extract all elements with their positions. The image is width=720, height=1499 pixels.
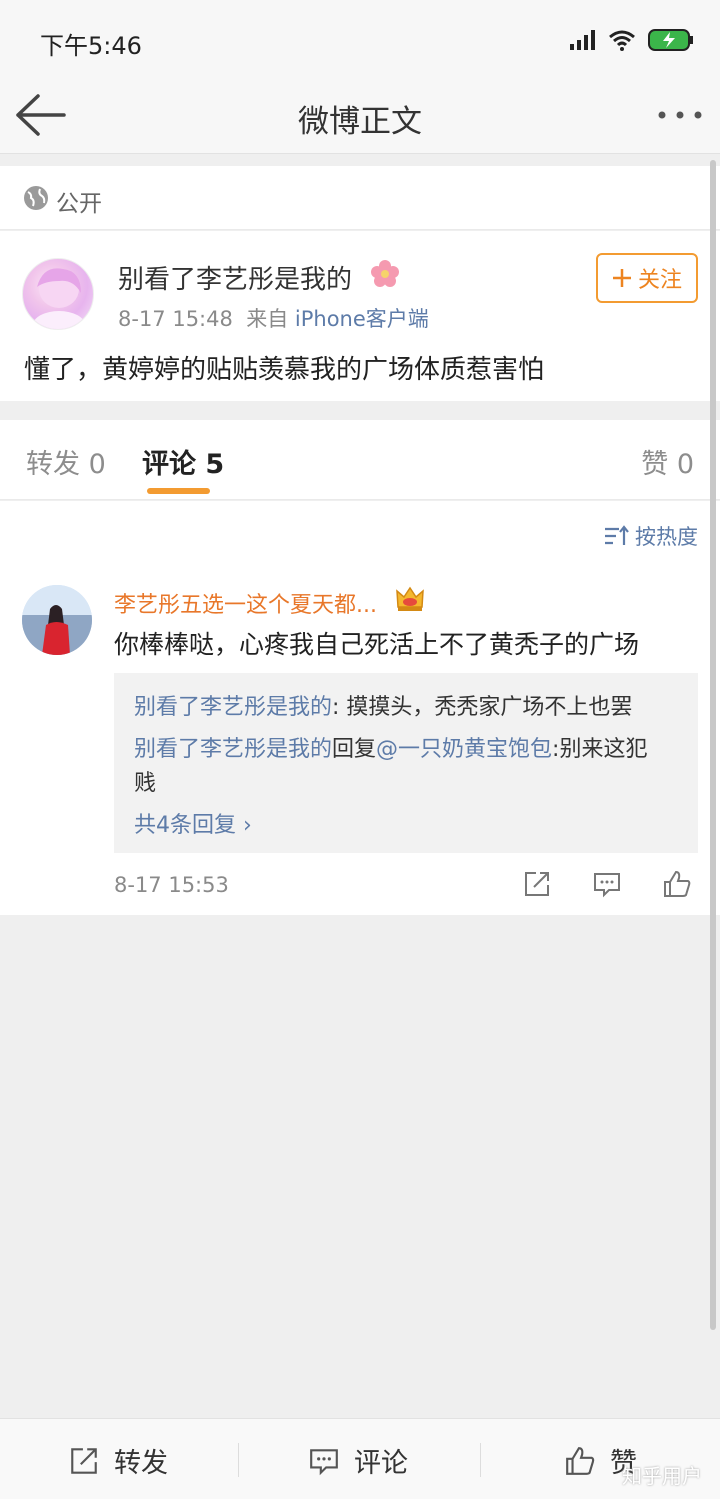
wifi-icon	[609, 30, 635, 51]
follow-label: 关注	[637, 268, 682, 293]
share-icon	[71, 1447, 97, 1474]
share-icon[interactable]	[522, 869, 552, 899]
signal-icon	[570, 30, 595, 50]
reply-keyword: 回复	[332, 737, 377, 762]
plus-icon	[612, 269, 631, 287]
flower-icon	[371, 260, 399, 287]
sort-icon	[605, 525, 629, 545]
more-icon[interactable]	[656, 100, 704, 130]
like-icon[interactable]	[662, 869, 692, 899]
repost-label: 转发	[114, 1448, 168, 1479]
post-meta: 8-17 15:48 来自 iPhone客户端	[118, 303, 429, 333]
visibility-label: 公开	[56, 191, 102, 217]
comment-button[interactable]: 评论	[308, 1441, 408, 1480]
reply-mention[interactable]: @一只奶黄宝饱包	[376, 737, 552, 762]
reply-box[interactable]: 别看了李艺彤是我的: 摸摸头，秃秃家广场不上也罢 别看了李艺彤是我的回复@一只奶…	[114, 673, 698, 853]
comment-avatar[interactable]	[22, 585, 92, 655]
sort-label: 按热度	[635, 525, 698, 549]
comment-time: 8-17 15:53	[114, 873, 229, 897]
crown-badge-icon	[396, 586, 424, 611]
comment-text: 你棒棒哒，心疼我自己死活上不了黄秃子的广场	[114, 630, 640, 659]
post-card: 别看了李艺彤是我的 8-17 15:48 来自 iPhone客户端 关注 懂了，…	[0, 231, 720, 401]
reply-user[interactable]: 别看了李艺彤是我的	[134, 737, 332, 762]
post-text: 懂了，黄婷婷的贴贴羡慕我的广场体质惹害怕	[24, 355, 545, 385]
post-source[interactable]: iPhone客户端	[295, 307, 429, 331]
comment-list: 按热度 李艺彤五选一这个夏天都... 你棒棒哒，心疼我自己死活上不了黄秃子的广场…	[0, 501, 720, 915]
status-icons	[570, 26, 694, 54]
comment-label: 评论	[354, 1448, 408, 1479]
reply-line-2: 别看了李艺彤是我的回复@一只奶黄宝饱包:别来这犯	[134, 731, 647, 763]
battery-icon	[648, 29, 693, 51]
watermark: 知乎用户	[622, 1464, 702, 1488]
follow-button[interactable]: 关注	[596, 253, 698, 303]
repost-button[interactable]: 转发	[68, 1441, 168, 1480]
avatar[interactable]	[22, 258, 94, 330]
page-title: 微博正文	[298, 104, 422, 140]
divider	[480, 1443, 481, 1477]
interaction-tabs: 转发 0 评论 5 赞 0	[0, 420, 720, 500]
nav-bar: 微博正文	[0, 78, 720, 154]
more-replies-link[interactable]: 共4条回复 ›	[134, 807, 252, 839]
sort-button[interactable]: 按热度	[603, 521, 698, 551]
tab-repost[interactable]: 转发 0	[26, 442, 106, 481]
reply-text: : 摸摸头，秃秃家广场不上也罢	[332, 695, 633, 720]
bottom-action-bar: 转发 评论 赞	[0, 1418, 720, 1499]
reply-text: 贱	[134, 771, 157, 796]
divider	[238, 1443, 239, 1477]
active-tab-indicator	[147, 488, 210, 494]
status-time: 下午5:46	[40, 32, 142, 60]
post-time: 8-17 15:48	[118, 307, 233, 331]
scrollbar[interactable]	[710, 160, 716, 1330]
post-author-name[interactable]: 别看了李艺彤是我的	[118, 259, 352, 296]
like-icon	[566, 1446, 595, 1475]
reply-line-3: 贱	[134, 765, 156, 797]
avatar-image	[33, 268, 85, 329]
tab-like[interactable]: 赞 0	[641, 442, 694, 481]
comment-author-name[interactable]: 李艺彤五选一这个夏天都...	[114, 587, 377, 619]
reply-user[interactable]: 别看了李艺彤是我的	[134, 695, 332, 720]
reply-line-1: 别看了李艺彤是我的: 摸摸头，秃秃家广场不上也罢	[134, 689, 632, 721]
status-bar: 下午5:46	[0, 0, 720, 78]
globe-icon	[24, 186, 48, 210]
comment-icon	[310, 1448, 338, 1475]
tab-comment[interactable]: 评论 5	[142, 442, 224, 481]
reply-comment-icon[interactable]	[592, 869, 622, 899]
post-source-prefix: 来自	[246, 307, 289, 331]
visibility-row: 公开	[0, 166, 720, 230]
reply-text: :别来这犯	[552, 737, 648, 762]
comment-avatar-image	[22, 585, 92, 655]
